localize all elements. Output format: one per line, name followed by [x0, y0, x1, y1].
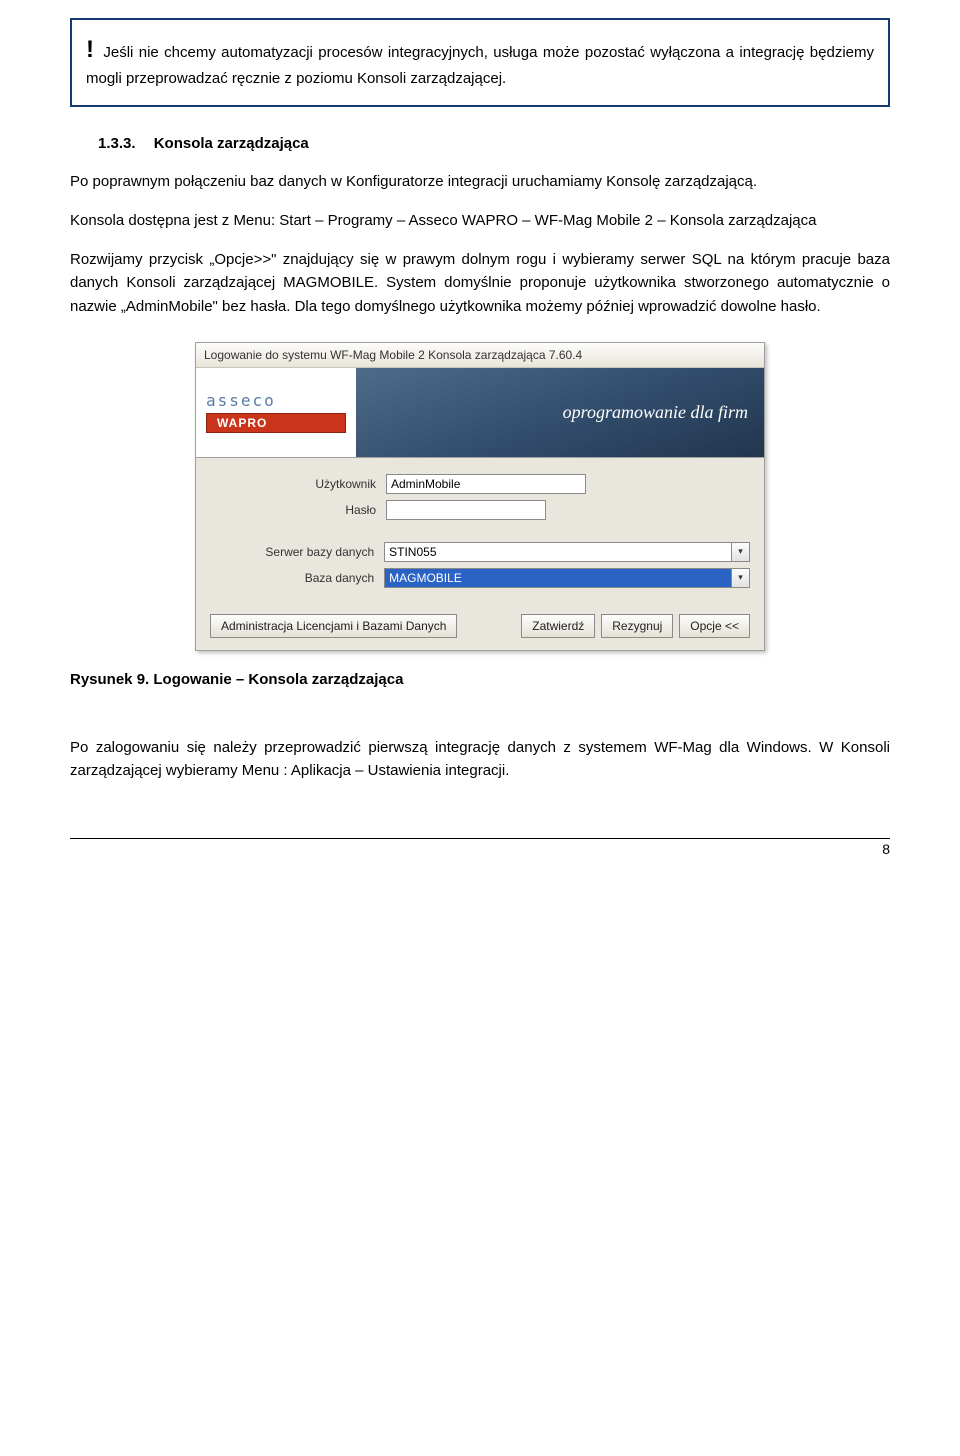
admin-licenses-button[interactable]: Administracja Licencjami i Bazami Danych [210, 614, 457, 638]
server-label: Serwer bazy danych [210, 545, 384, 559]
note-text: ! Jeśli nie chcemy automatyzacji procesó… [86, 32, 874, 91]
database-dropdown-button[interactable]: ▾ [732, 568, 750, 588]
paragraph-4: Po zalogowaniu się należy przeprowadzić … [70, 736, 890, 783]
form-area: Użytkownik Hasło Serwer bazy danych ▾ Ba… [196, 458, 764, 604]
row-password: Hasło [210, 500, 750, 520]
page-number: 8 [70, 839, 890, 857]
heading-title: Konsola zarządzająca [154, 135, 309, 152]
section-heading: 1.3.3. Konsola zarządzająca [98, 135, 890, 152]
spacer [463, 614, 515, 638]
heading-number: 1.3.3. [98, 135, 136, 152]
cancel-button[interactable]: Rezygnuj [601, 614, 673, 638]
note-box: ! Jeśli nie chcemy automatyzacji procesó… [70, 18, 890, 107]
server-dropdown-button[interactable]: ▾ [732, 542, 750, 562]
password-input[interactable] [386, 500, 546, 520]
login-window: Logowanie do systemu WF-Mag Mobile 2 Kon… [195, 342, 765, 651]
login-figure: Logowanie do systemu WF-Mag Mobile 2 Kon… [70, 342, 890, 651]
chevron-down-icon: ▾ [738, 546, 743, 557]
paragraph-2: Konsola dostępna jest z Menu: Start – Pr… [70, 209, 890, 232]
row-user: Użytkownik [210, 474, 750, 494]
banner-logo-area: asseco WAPRO [196, 368, 356, 457]
banner: asseco WAPRO oprogramowanie dla firm [196, 368, 764, 458]
paragraph-1: Po poprawnym połączeniu baz danych w Kon… [70, 170, 890, 193]
row-database: Baza danych ▾ [210, 568, 750, 588]
exclamation-icon: ! [86, 36, 94, 63]
database-input[interactable] [384, 568, 732, 588]
asseco-logo-text: asseco [206, 391, 346, 410]
note-body: Jeśli nie chcemy automatyzacji procesów … [86, 44, 874, 87]
confirm-button[interactable]: Zatwierdź [521, 614, 595, 638]
options-button[interactable]: Opcje << [679, 614, 750, 638]
chevron-down-icon: ▾ [738, 572, 743, 583]
server-input[interactable] [384, 542, 732, 562]
wapro-logo-badge: WAPRO [206, 413, 346, 433]
button-row: Administracja Licencjami i Bazami Danych… [196, 604, 764, 650]
server-combo: ▾ [384, 542, 750, 562]
database-combo: ▾ [384, 568, 750, 588]
banner-slogan: oprogramowanie dla firm [356, 368, 764, 457]
user-input[interactable] [386, 474, 586, 494]
paragraph-3: Rozwijamy przycisk „Opcje>>" znajdujący … [70, 248, 890, 318]
password-label: Hasło [210, 503, 386, 517]
figure-caption: Rysunek 9. Logowanie – Konsola zarządzaj… [70, 671, 890, 688]
user-label: Użytkownik [210, 477, 386, 491]
database-label: Baza danych [210, 571, 384, 585]
window-titlebar: Logowanie do systemu WF-Mag Mobile 2 Kon… [196, 343, 764, 368]
row-server: Serwer bazy danych ▾ [210, 542, 750, 562]
